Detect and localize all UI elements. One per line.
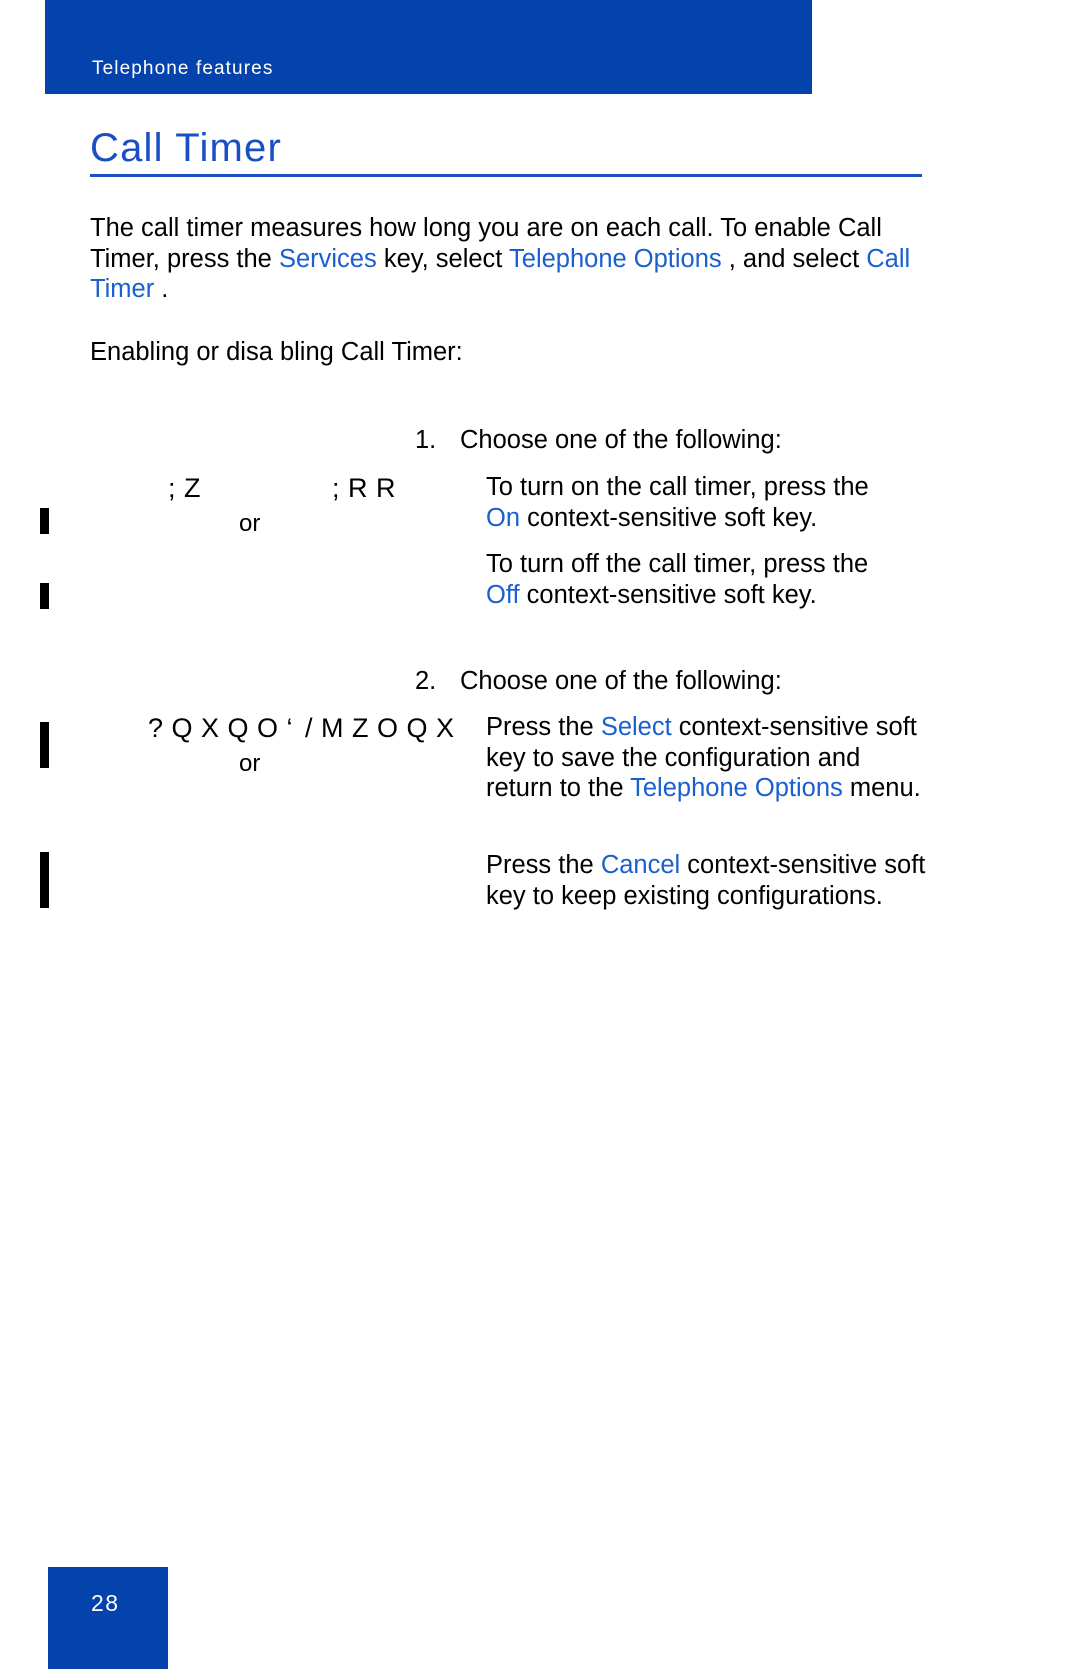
intro-text-4: . xyxy=(154,275,169,303)
keyword-telephone-options: Telephone Options xyxy=(509,244,722,273)
step-2-or-label: or xyxy=(239,750,261,777)
running-header-banner: Telephone features xyxy=(45,0,812,94)
document-page: Telephone features Call Timer The call t… xyxy=(0,0,1080,1669)
step-1-lead: Choose one of the following: xyxy=(460,426,782,454)
step-2-item-1-text-1: Press the xyxy=(486,713,601,741)
page-number: 28 xyxy=(91,1590,120,1616)
step-1-or-label: or xyxy=(239,510,261,537)
change-bar xyxy=(40,852,49,908)
step-1-item-1: To turn on the call timer, press the On … xyxy=(486,472,906,533)
step-1-item-1-text-1: To turn on the call timer, press the xyxy=(486,473,869,501)
keyword-off: Off xyxy=(486,580,520,609)
keyword-services: Services xyxy=(278,244,377,273)
step-1-item-2: To turn off the call timer, press the Of… xyxy=(486,549,906,610)
step-1-softkey-glyph-on: ; Z xyxy=(168,473,201,503)
keyword-cancel: Cancel xyxy=(600,851,681,879)
step-2-item-1-text-3: menu. xyxy=(842,774,921,802)
keyword-telephone-options-2: Telephone Options xyxy=(630,774,843,802)
step-2-item-2-text-1: Press the xyxy=(486,851,601,879)
intro-text-2: key, select xyxy=(376,244,510,273)
enabling-lead-in: Enabling or disa bling Call Timer: xyxy=(90,338,463,366)
page-title: Call Timer xyxy=(90,126,283,170)
intro-paragraph: The call timer measures how long you are… xyxy=(90,213,926,305)
step-1-item-2-text-1: To turn off the call timer, press the xyxy=(486,550,869,578)
step-1-number: 1. xyxy=(415,426,437,454)
change-bar xyxy=(40,722,49,768)
step-2-item-1: Press the Select context-sensitive soft … xyxy=(486,712,926,804)
step-2-lead: Choose one of the following: xyxy=(460,667,782,695)
keyword-on: On xyxy=(486,503,521,532)
step-1-item-2-text-2: context-sensitive soft key. xyxy=(519,580,817,609)
change-bar xyxy=(40,508,49,534)
step-1-softkey-glyph-off: ; R R xyxy=(332,473,397,503)
change-bar xyxy=(40,583,49,609)
step-1-item-1-text-2: context-sensitive soft key. xyxy=(520,503,818,532)
footer-page-block: 28 xyxy=(48,1567,168,1669)
running-header-label: Telephone features xyxy=(92,58,274,79)
step-2-softkey-glyph-cancel: / M Z O Q X xyxy=(305,713,455,743)
keyword-select: Select xyxy=(600,713,672,741)
step-2-softkey-glyph-select: ? Q X Q O ‘ xyxy=(148,713,294,743)
title-divider xyxy=(90,174,922,177)
step-2-number: 2. xyxy=(415,667,437,695)
intro-text-3: , and select xyxy=(721,244,867,273)
step-2-item-2: Press the Cancel context-sensitive soft … xyxy=(486,850,926,911)
